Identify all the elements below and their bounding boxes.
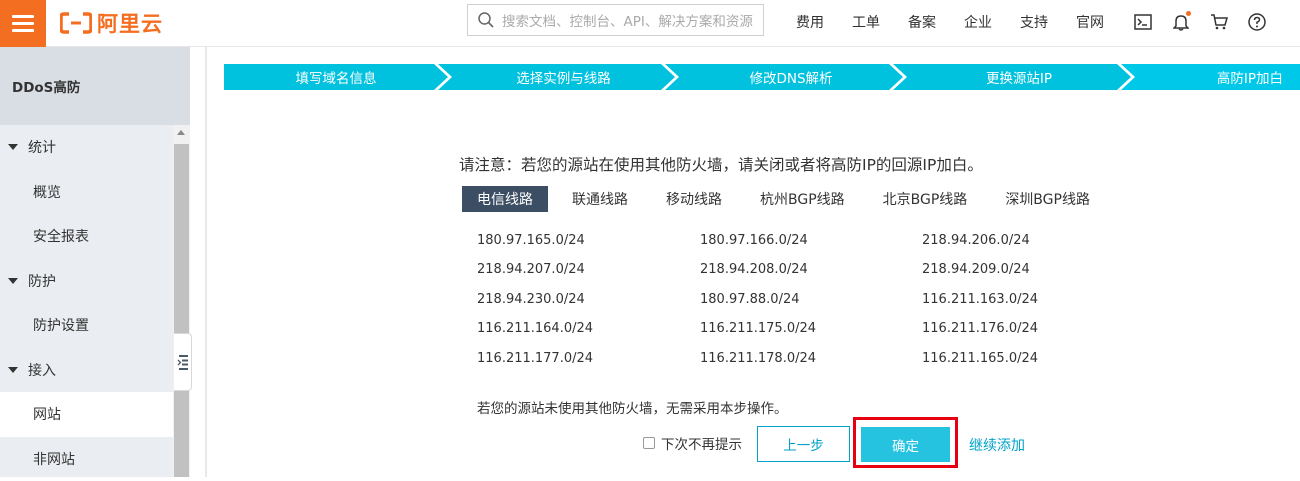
ip-item: 180.97.88.0/24	[700, 292, 800, 307]
checkbox-label: 下次不再提示	[661, 433, 742, 453]
sidebar-group-label: 防护	[28, 271, 56, 291]
ip-item: 180.97.166.0/24	[700, 233, 808, 248]
search-placeholder: 搜索文档、控制台、API、解决方案和资源	[502, 10, 753, 30]
tab-beijing-bgp[interactable]: 北京BGP线路	[883, 186, 968, 212]
caret-down-icon	[8, 278, 18, 284]
sidebar-group-label: 接入	[28, 360, 56, 380]
confirm-highlight-box: 确定	[853, 417, 958, 468]
ip-item: 116.211.177.0/24	[477, 351, 593, 366]
sidebar-group-label: 统计	[28, 137, 56, 157]
sidebar: DDoS高防 统计 概览 安全报表 防护 防护设置 接入 网站 非网站	[0, 47, 190, 477]
ip-item: 218.94.209.0/24	[922, 262, 1030, 277]
step-5: 高防IP加白	[1135, 64, 1300, 90]
ip-item: 218.94.230.0/24	[477, 292, 585, 307]
nav-link-icp[interactable]: 备案	[894, 12, 950, 32]
ip-item: 218.94.206.0/24	[922, 233, 1030, 248]
ip-item: 116.211.176.0/24	[922, 321, 1038, 336]
nav-link-enterprise[interactable]: 企业	[950, 12, 1006, 32]
step-1: 填写域名信息	[224, 64, 448, 90]
nav-link-support[interactable]: 支持	[1006, 12, 1062, 32]
help-icon[interactable]	[1238, 13, 1276, 31]
sidebar-group-stats[interactable]: 统计	[0, 125, 173, 170]
logo-text: 阿里云	[97, 8, 163, 38]
tab-telecom[interactable]: 电信线路	[462, 186, 548, 212]
notice-text: 请注意：若您的源站在使用其他防火墙，请关闭或者将高防IP的回源IP加白。	[459, 153, 983, 175]
sidebar-collapse-button[interactable]	[174, 333, 192, 391]
search-input[interactable]: 搜索文档、控制台、API、解决方案和资源	[467, 4, 764, 36]
nav-link-website[interactable]: 官网	[1062, 12, 1118, 32]
step-4: 更换源站IP	[907, 64, 1131, 90]
step-2: 选择实例与线路	[452, 64, 675, 90]
sidebar-item-non-website[interactable]: 非网站	[0, 437, 173, 481]
tab-mobile[interactable]: 移动线路	[666, 186, 722, 212]
sidebar-scrollbar[interactable]	[173, 125, 190, 477]
caret-down-icon	[8, 367, 18, 373]
sidebar-item-overview[interactable]: 概览	[0, 170, 173, 215]
line-tabs: 电信线路 联通线路 移动线路 杭州BGP线路 北京BGP线路 深圳BGP线路	[462, 186, 1090, 212]
checkbox-box[interactable]	[643, 437, 655, 449]
ip-item: 116.211.164.0/24	[477, 321, 593, 336]
ip-item: 180.97.165.0/24	[477, 233, 585, 248]
tab-hangzhou-bgp[interactable]: 杭州BGP线路	[760, 186, 845, 212]
top-nav: 费用 工单 备案 企业 支持 官网	[782, 0, 1118, 44]
logo-mark-icon	[60, 12, 92, 34]
collapse-menu-icon	[177, 353, 189, 371]
caret-down-icon	[8, 144, 18, 150]
top-icons	[1124, 0, 1276, 44]
cart-icon[interactable]	[1200, 14, 1238, 30]
progress-steps: 填写域名信息 选择实例与线路 修改DNS解析 更换源站IP 高防IP加白	[224, 64, 1300, 90]
hint-text: 若您的源站未使用其他防火墙，无需采用本步操作。	[477, 397, 788, 417]
search-icon	[478, 12, 494, 28]
tab-unicom[interactable]: 联通线路	[572, 186, 628, 212]
top-bar: 阿里云 搜索文档、控制台、API、解决方案和资源 费用 工单 备案 企业 支持 …	[0, 0, 1300, 47]
tab-shenzhen-bgp[interactable]: 深圳BGP线路	[1005, 186, 1090, 212]
scroll-thumb[interactable]	[174, 144, 189, 477]
sidebar-title: DDoS高防	[0, 47, 190, 125]
nav-link-billing[interactable]: 费用	[782, 12, 838, 32]
confirm-button[interactable]: 确定	[861, 427, 950, 462]
aliyun-logo[interactable]: 阿里云	[60, 9, 163, 37]
notification-dot	[1186, 11, 1191, 16]
bell-icon[interactable]	[1162, 13, 1200, 31]
dont-show-again-checkbox[interactable]: 下次不再提示	[643, 433, 742, 453]
sidebar-group-access[interactable]: 接入	[0, 348, 173, 393]
ip-item: 218.94.208.0/24	[700, 262, 808, 277]
main-divider	[205, 47, 207, 477]
ip-item: 116.211.165.0/24	[922, 351, 1038, 366]
continue-add-link[interactable]: 继续添加	[969, 435, 1025, 455]
ip-item: 218.94.207.0/24	[477, 262, 585, 277]
previous-button[interactable]: 上一步	[757, 426, 850, 462]
nav-link-ticket[interactable]: 工单	[838, 12, 894, 32]
ip-item: 116.211.175.0/24	[700, 321, 816, 336]
ip-item: 116.211.163.0/24	[922, 292, 1038, 307]
sidebar-item-security-report[interactable]: 安全报表	[0, 214, 173, 259]
sidebar-item-website[interactable]: 网站	[0, 392, 173, 437]
ip-item: 116.211.178.0/24	[700, 351, 816, 366]
terminal-icon[interactable]	[1124, 14, 1162, 30]
menu-icon[interactable]	[0, 0, 46, 47]
sidebar-group-protection[interactable]: 防护	[0, 259, 173, 304]
step-3: 修改DNS解析	[679, 64, 903, 90]
sidebar-item-protection-settings[interactable]: 防护设置	[0, 303, 173, 348]
scroll-up-arrow-icon[interactable]	[177, 130, 185, 135]
